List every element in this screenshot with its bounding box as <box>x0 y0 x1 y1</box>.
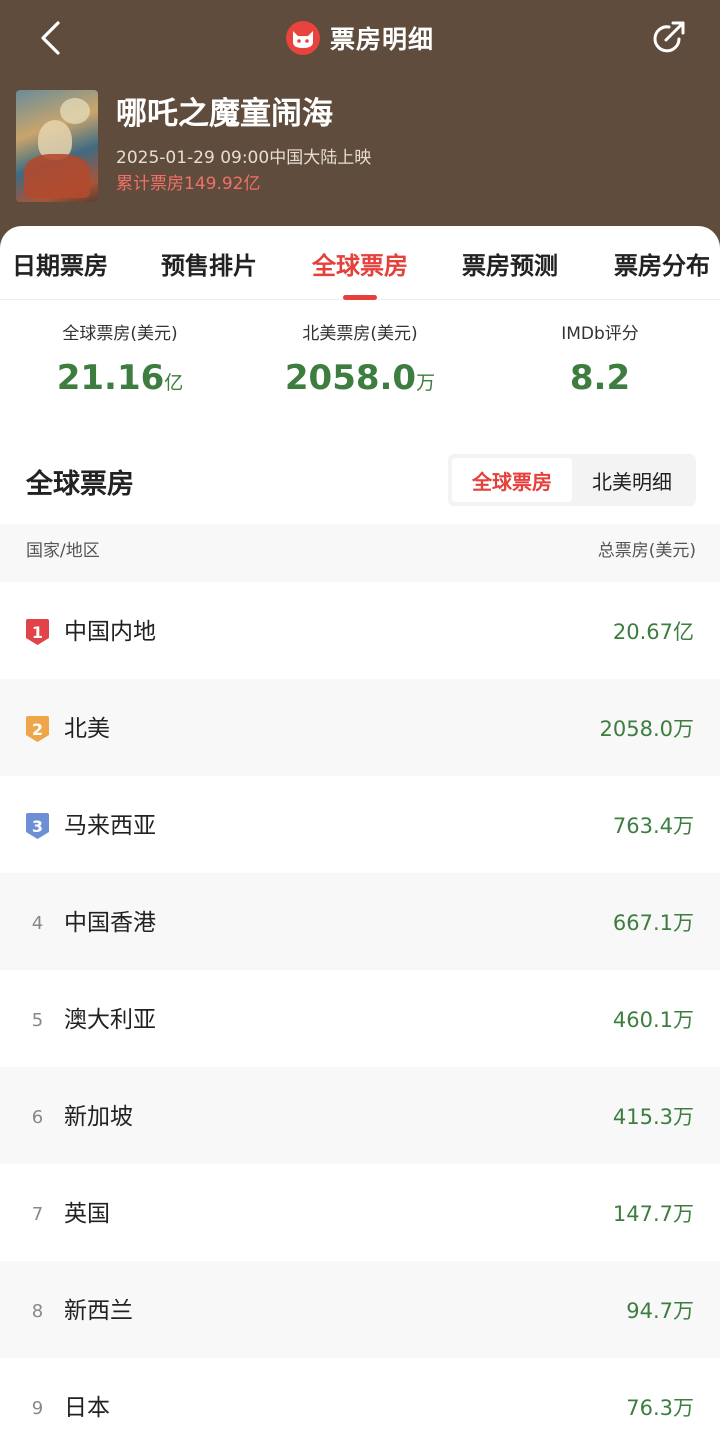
tab-global-box-office[interactable]: 全球票房 <box>290 226 430 300</box>
table-row[interactable]: 8 新西兰 94.7万 <box>0 1261 720 1358</box>
movie-info: 哪吒之魔童闹海 2025-01-29 09:00中国大陆上映 累计票房149.9… <box>116 92 371 196</box>
rank-badge: 3 <box>25 812 50 840</box>
top-bar: 票房明细 <box>0 0 720 76</box>
share-button[interactable] <box>646 16 690 60</box>
tab-presale-schedule[interactable]: 预售排片 <box>139 226 279 300</box>
content-sheet: 日期票房 预售排片 全球票房 票房预测 票房分布 全球票房(美元) 21.16亿 <box>0 226 720 1438</box>
rank-number: 4 <box>31 912 44 934</box>
share-icon <box>653 21 685 53</box>
tab-daily-box-office[interactable]: 日期票房 <box>0 226 130 300</box>
table-row[interactable]: 5 澳大利亚 460.1万 <box>0 970 720 1067</box>
table-row[interactable]: 9 日本 76.3万 <box>0 1358 720 1438</box>
tab-label: 全球票房 <box>312 251 408 280</box>
box-office-amount: 147.7万 <box>612 1202 694 1226</box>
stat-label: 北美票房(美元) <box>302 324 418 344</box>
cumulative-box-office: 累计票房149.92亿 <box>116 174 261 194</box>
segment-global-box-office[interactable]: 全球票房 <box>452 458 572 502</box>
stat-unit: 万 <box>416 372 436 394</box>
section-title: 全球票房 <box>26 469 134 500</box>
column-header-total: 总票房(美元) <box>597 541 696 561</box>
table-header: 国家/地区 总票房(美元) <box>0 524 720 582</box>
stat-unit: 亿 <box>164 372 184 394</box>
rank-badge: 1 <box>25 618 50 646</box>
active-tab-indicator <box>343 295 377 300</box>
rank-number: 8 <box>31 1300 44 1322</box>
rank-number: 3 <box>31 816 44 836</box>
rank-number: 2 <box>31 719 44 739</box>
box-office-amount: 460.1万 <box>612 1008 694 1032</box>
rank-badge: 2 <box>25 715 50 743</box>
rank-number: 9 <box>31 1397 44 1419</box>
segmented-control: 全球票房 北美明细 <box>448 454 696 506</box>
tab-label: 预售排片 <box>161 251 257 280</box>
tab-box-office-distribution[interactable]: 票房分布 <box>592 226 720 300</box>
rank-number: 7 <box>31 1203 44 1225</box>
country-name: 马来西亚 <box>64 813 156 839</box>
box-office-table: 1 中国内地 20.67亿 2 北美 2058.0万 3 马来西亚 763.4万… <box>0 582 720 1438</box>
table-row[interactable]: 6 新加坡 415.3万 <box>0 1067 720 1164</box>
movie-title: 哪吒之魔童闹海 <box>116 96 333 132</box>
country-name: 澳大利亚 <box>64 1007 156 1033</box>
title-group: 票房明细 <box>0 18 720 58</box>
tab-box-office-forecast[interactable]: 票房预测 <box>440 226 580 300</box>
release-info: 2025-01-29 09:00中国大陆上映 <box>116 148 372 168</box>
table-row[interactable]: 1 中国内地 20.67亿 <box>0 582 720 679</box>
country-name: 日本 <box>64 1395 110 1421</box>
column-header-country: 国家/地区 <box>26 541 100 561</box>
page: 票房明细 哪吒之魔童闹海 2025-01-29 09:00中国大陆上映 累计票房… <box>0 0 720 1438</box>
stat-label: 全球票房(美元) <box>62 324 178 344</box>
box-office-amount: 76.3万 <box>626 1396 694 1420</box>
section-header: 全球票房 全球票房 北美明细 <box>0 454 720 510</box>
country-name: 中国内地 <box>64 619 156 645</box>
stat-label: IMDb评分 <box>561 324 639 344</box>
box-office-amount: 415.3万 <box>612 1105 694 1129</box>
table-row[interactable]: 7 英国 147.7万 <box>0 1164 720 1261</box>
box-office-amount: 94.7万 <box>626 1299 694 1323</box>
page-title: 票房明细 <box>329 25 434 54</box>
rank-number: 5 <box>31 1009 44 1031</box>
box-office-amount: 763.4万 <box>612 814 694 838</box>
movie-poster[interactable] <box>16 90 98 202</box>
country-name: 中国香港 <box>64 910 156 936</box>
box-office-amount: 20.67亿 <box>612 620 694 644</box>
stat-global-box-office: 全球票房(美元) 21.16亿 <box>0 322 240 403</box>
country-name: 英国 <box>64 1201 110 1227</box>
box-office-amount: 667.1万 <box>612 911 694 935</box>
stats-row: 全球票房(美元) 21.16亿 北美票房(美元) 2058.0万 IMDb评分 … <box>0 322 720 412</box>
stat-value: 21.16亿 <box>0 358 240 403</box>
table-row[interactable]: 3 马来西亚 763.4万 <box>0 776 720 873</box>
stat-value: 8.2 <box>480 358 720 398</box>
tab-bar: 日期票房 预售排片 全球票房 票房预测 票房分布 <box>0 226 720 300</box>
box-office-amount: 2058.0万 <box>599 717 694 741</box>
movie-header: 票房明细 哪吒之魔童闹海 2025-01-29 09:00中国大陆上映 累计票房… <box>0 0 720 260</box>
stat-number: 8.2 <box>569 358 631 398</box>
stat-number: 2058.0 <box>284 358 417 398</box>
stat-imdb-rating: IMDb评分 8.2 <box>480 322 720 398</box>
rank-number: 1 <box>31 622 44 642</box>
segment-north-america-detail[interactable]: 北美明细 <box>572 458 692 502</box>
tab-label: 票房预测 <box>462 251 558 280</box>
table-row[interactable]: 4 中国香港 667.1万 <box>0 873 720 970</box>
rank-number: 6 <box>31 1106 44 1128</box>
country-name: 北美 <box>64 716 110 742</box>
tab-label: 票房分布 <box>614 251 710 280</box>
stat-number: 21.16 <box>56 358 165 398</box>
tab-label: 日期票房 <box>12 251 108 280</box>
stat-north-america-box-office: 北美票房(美元) 2058.0万 <box>240 322 480 403</box>
cat-logo-icon <box>285 21 320 55</box>
country-name: 新西兰 <box>64 1298 133 1324</box>
stat-value: 2058.0万 <box>240 358 480 403</box>
table-row[interactable]: 2 北美 2058.0万 <box>0 679 720 776</box>
country-name: 新加坡 <box>64 1104 133 1130</box>
